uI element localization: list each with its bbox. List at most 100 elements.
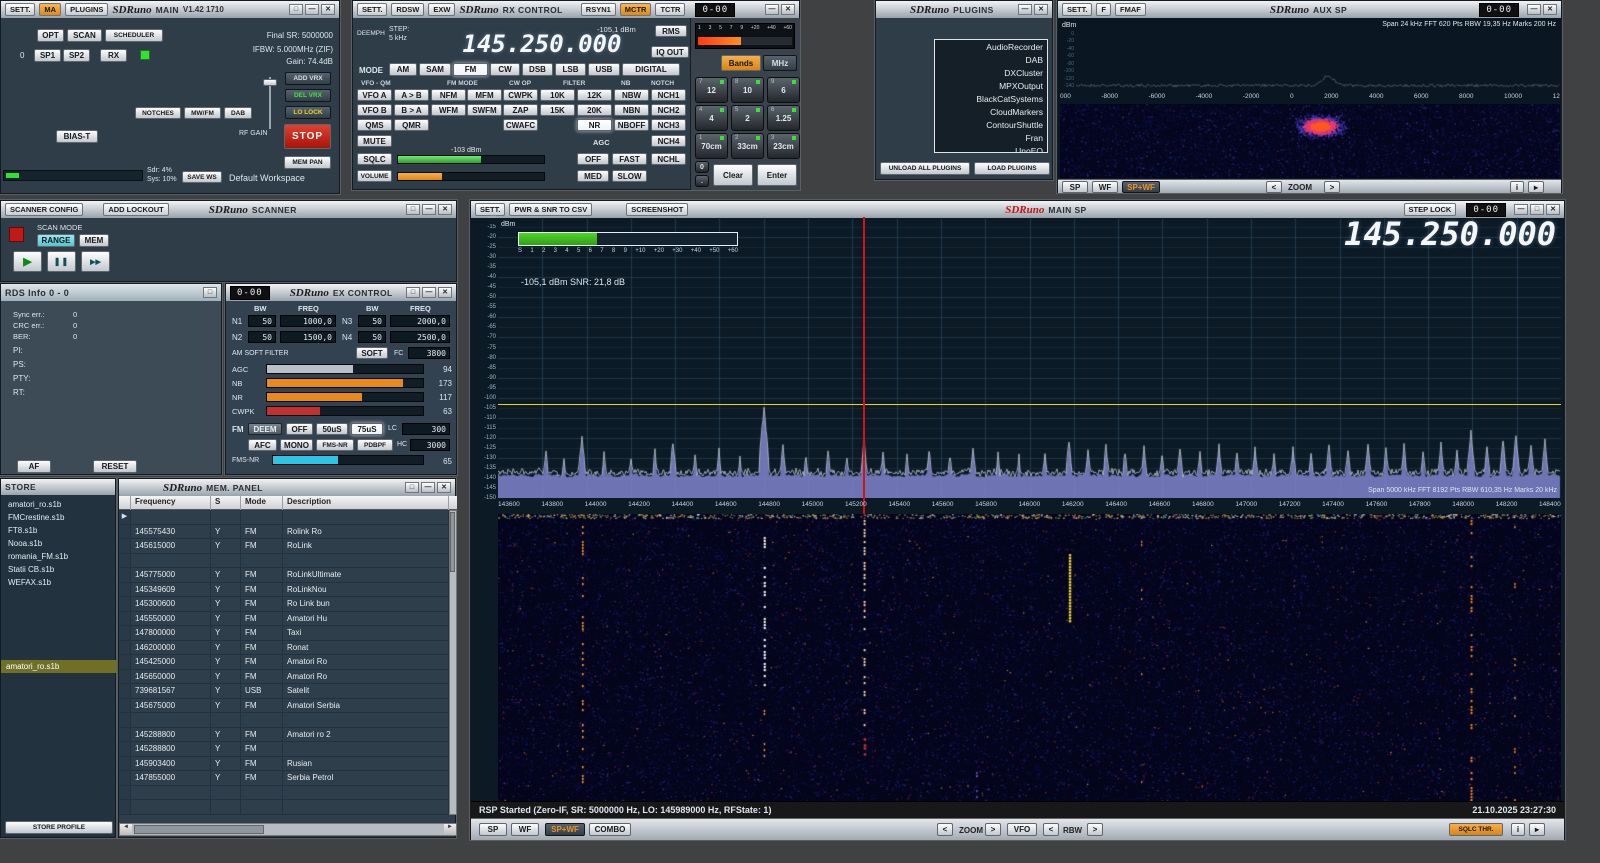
deem-75us-button[interactable]: 75uS [351, 423, 383, 435]
nch4-button[interactable]: NCH4 [651, 135, 686, 147]
bands-button[interactable]: Bands [721, 55, 761, 71]
rx-button-mfm[interactable]: MFM [467, 89, 502, 101]
table-row[interactable]: 145300600YFMRo Link bun [119, 597, 449, 612]
mode-fm-button[interactable]: FM [453, 63, 488, 76]
aux-expand-button[interactable]: ▸ [1528, 181, 1544, 193]
minimize-icon[interactable]: — [1514, 204, 1528, 215]
enter-button[interactable]: Enter [757, 164, 797, 186]
plugin-item-dab[interactable]: DAB [935, 53, 1047, 66]
rx-button-qms[interactable]: QMS [357, 119, 392, 131]
fc-field[interactable]: 3800 [408, 347, 450, 359]
n2-freq-field[interactable]: 1500,0 [280, 331, 336, 343]
rx-button-a-b[interactable]: A > B [394, 89, 429, 101]
rx-sett-button[interactable]: SETT. [357, 3, 387, 16]
iq-out-button[interactable]: IQ OUT [651, 46, 689, 58]
table-row[interactable] [119, 554, 449, 569]
store-item-fmcrestine.s1b[interactable]: FMCrestine.s1b [3, 511, 115, 524]
aux-zoom-in-button[interactable]: > [1324, 181, 1340, 193]
table-row[interactable]: 145775000YFMRoLinkUltimate [119, 568, 449, 583]
rx-button-nboff[interactable]: NBOFF [614, 119, 649, 131]
rx-button-cwpk[interactable]: CWPK [503, 89, 538, 101]
maximize-icon[interactable]: □ [1530, 204, 1544, 215]
sp-button[interactable]: SP [479, 823, 507, 836]
scan-button[interactable]: SCAN [67, 29, 102, 42]
tctr-button[interactable]: TCTR [655, 3, 685, 16]
rx-button-12k[interactable]: 12K [577, 89, 612, 101]
rx-button-10k[interactable]: 10K [540, 89, 575, 101]
scroll-left-icon[interactable]: ◄ [120, 824, 132, 835]
combo-button[interactable]: COMBO [589, 823, 631, 836]
rx-button-20k[interactable]: 20K [577, 104, 612, 116]
aux-sett-button[interactable]: SETT. [1062, 3, 1092, 16]
notches-button[interactable]: NOTCHES [135, 107, 181, 119]
aux-zoom-out-button[interactable]: < [1266, 181, 1282, 193]
unload-all-plugins-button[interactable]: UNLOAD ALL PLUGINS [880, 162, 970, 175]
rx-button-nbn[interactable]: NBN [614, 104, 649, 116]
mode-digital-button[interactable]: DIGITAL [622, 63, 680, 76]
mono-button[interactable]: MONO [280, 439, 313, 451]
pdbpf-button[interactable]: PDBPF [357, 439, 393, 451]
maximize-icon[interactable]: □ [406, 287, 420, 298]
lo-lock-button[interactable]: LO LOCK [285, 106, 331, 119]
slider-nr[interactable] [266, 392, 424, 402]
n4-bw-field[interactable]: 50 [358, 331, 386, 343]
band-key-2[interactable]: 52 [731, 105, 764, 131]
table-row[interactable]: 145615000YFMRoLink [119, 539, 449, 554]
table-row[interactable]: 145288800YFM [119, 742, 449, 757]
maximize-icon[interactable]: □ [203, 287, 217, 298]
agc-med-button[interactable]: MED [577, 170, 609, 182]
n4-freq-field[interactable]: 2500,0 [390, 331, 450, 343]
scheduler-button[interactable]: SCHEDULER [105, 29, 163, 42]
squelch-threshold-line[interactable] [498, 404, 1561, 405]
mode-sam-button[interactable]: SAM [419, 63, 451, 76]
table-row[interactable]: 145575430YFMRolink Ro [119, 525, 449, 540]
sqlc-button[interactable]: SQLC [357, 153, 392, 165]
table-row[interactable]: 145903400YFMRusian [119, 757, 449, 772]
load-plugins-button[interactable]: LOAD PLUGINS [974, 162, 1050, 175]
table-row[interactable]: 146200000YFMRonat [119, 641, 449, 656]
plugin-item-unoeq[interactable]: UnoEQ [935, 144, 1047, 153]
rx-button-nbw[interactable]: NBW [614, 89, 649, 101]
sp2-button[interactable]: SP2 [63, 49, 90, 62]
aux-waterfall[interactable] [1060, 104, 1560, 178]
mode-usb-button[interactable]: USB [588, 63, 620, 76]
stop-button[interactable]: STOP [284, 124, 331, 149]
scan-range-button[interactable]: RANGE [37, 234, 75, 247]
plugin-item-mpxoutput[interactable]: MPXOutput [935, 79, 1047, 92]
close-icon[interactable]: ✕ [781, 4, 795, 15]
minimize-icon[interactable]: — [765, 4, 779, 15]
table-row[interactable] [119, 713, 449, 728]
band-key-12[interactable]: 712 [695, 77, 728, 103]
rx-button-wfm[interactable]: WFM [431, 104, 466, 116]
fms-nr-button[interactable]: FMS-NR [316, 439, 354, 451]
slider-fms-nr[interactable] [272, 455, 424, 465]
store-item-statii-cb.s1b[interactable]: Statii CB.s1b [3, 563, 115, 576]
mode-cw-button[interactable]: CW [490, 63, 520, 76]
wf-button[interactable]: WF [511, 823, 539, 836]
maximize-icon[interactable]: □ [406, 204, 420, 215]
band-key-23cm[interactable]: 323cm [767, 133, 800, 159]
store-item-wefax.s1b[interactable]: WEFAX.s1b [3, 576, 115, 589]
clear-button[interactable]: Clear [713, 164, 753, 186]
rx-button-cwafc[interactable]: CWAFC [503, 119, 538, 131]
del-vrx-button[interactable]: DEL VRX [285, 89, 331, 102]
scroll-right-icon[interactable]: ► [444, 824, 456, 835]
rx-button-nr[interactable]: NR [577, 119, 612, 131]
store-item-ft8.s1b[interactable]: FT8.s1b [3, 524, 115, 537]
mhz-button[interactable]: MHz [763, 55, 797, 71]
plugin-item-blackcatsystems[interactable]: BlackCatSystems [935, 92, 1047, 105]
table-row[interactable]: ▶ [119, 510, 449, 525]
n1-freq-field[interactable]: 1000,0 [280, 315, 336, 327]
rbw-up-button[interactable]: > [1087, 823, 1103, 836]
mem-vertical-scrollbar[interactable] [449, 510, 457, 815]
pwr-snr-csv-button[interactable]: PWR & SNR TO CSV [509, 203, 592, 216]
rx-frequency-display[interactable]: 145.250.000 [437, 30, 647, 58]
expand-button[interactable]: ▸ [1529, 823, 1545, 836]
maximize-icon[interactable]: □ [289, 4, 303, 15]
mwfm-button[interactable]: MW/FM [184, 107, 221, 119]
store-item-amatori-ro.s1b[interactable]: amatori_ro.s1b [3, 498, 115, 511]
n2-bw-field[interactable]: 50 [248, 331, 276, 343]
close-icon[interactable]: ✕ [1546, 204, 1560, 215]
deem-off-button[interactable]: OFF [286, 423, 313, 435]
rdsw-button[interactable]: RDSW [391, 3, 424, 16]
